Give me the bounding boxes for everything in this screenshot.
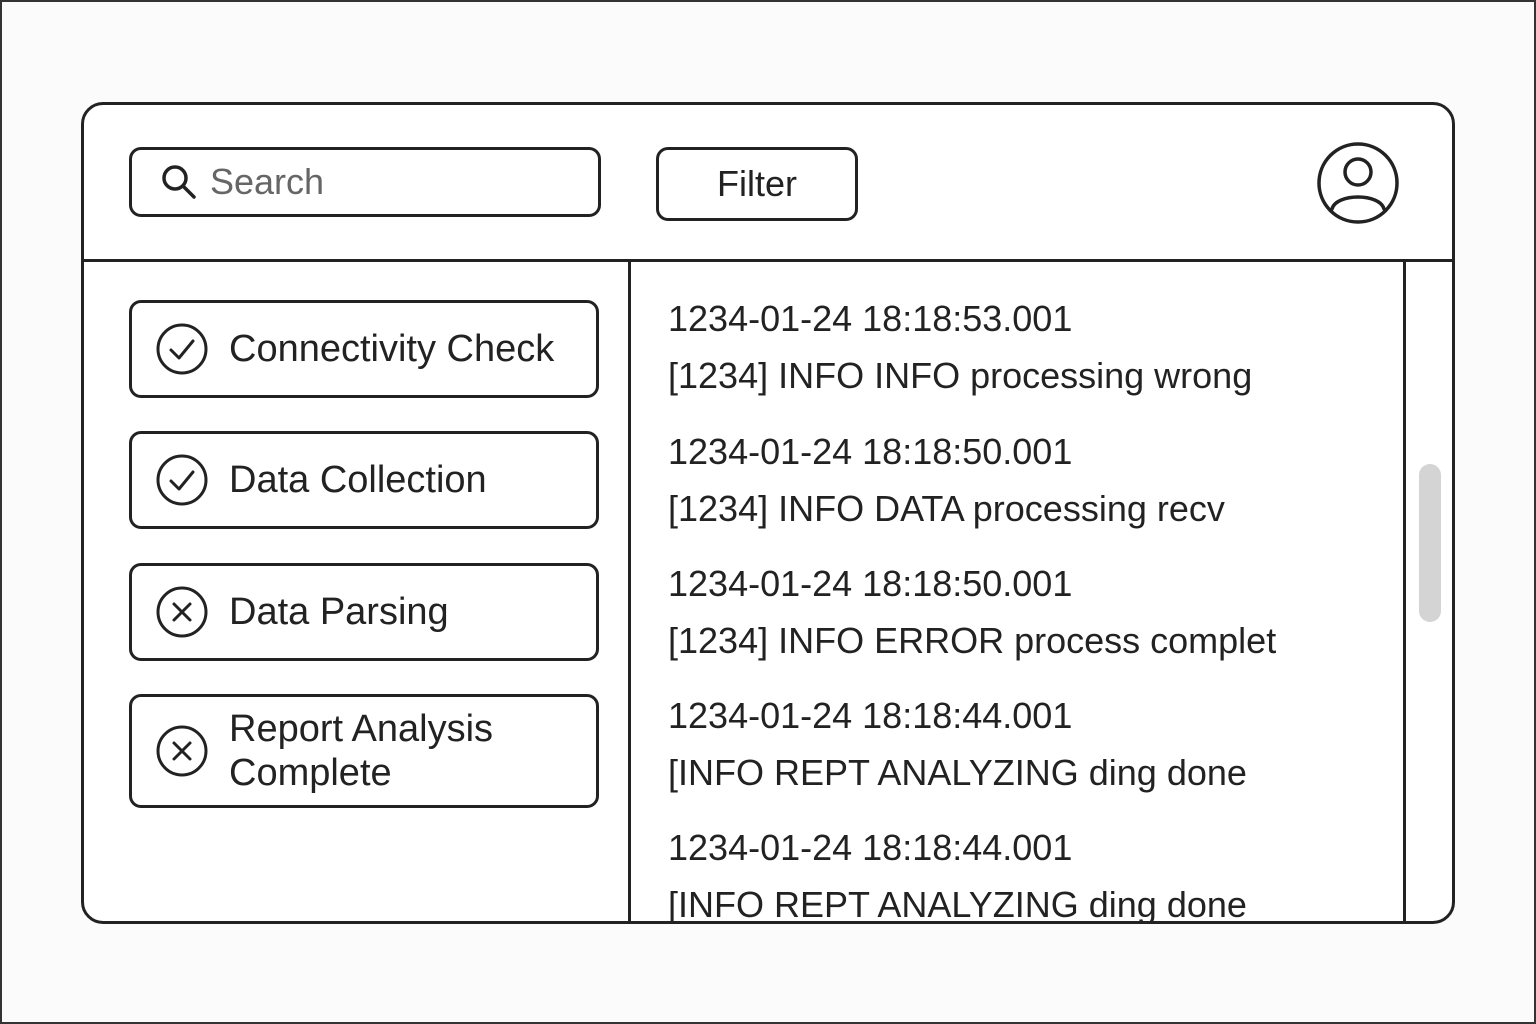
log-entry: 1234-01-24 18:18:50.001 [1234] INFO ERRO… bbox=[668, 555, 1276, 669]
log-message: [1234] INFO INFO processing wrong bbox=[668, 355, 1253, 396]
step-label: Report Analysis Complete bbox=[229, 708, 494, 794]
step-item-report-analysis[interactable]: Report Analysis Complete bbox=[129, 694, 599, 808]
search-input[interactable] bbox=[210, 161, 590, 203]
log-message: [INFO REPT ANALYZING ding done bbox=[668, 884, 1247, 922]
search-box[interactable] bbox=[129, 147, 601, 217]
search-icon bbox=[160, 163, 198, 201]
filter-button[interactable]: Filter bbox=[656, 147, 858, 221]
log-entry: 1234-01-24 18:18:53.001 [1234] INFO INFO… bbox=[668, 290, 1252, 404]
log-panel: 1234-01-24 18:18:53.001 [1234] INFO INFO… bbox=[631, 262, 1406, 922]
step-item-data-collection[interactable]: Data Collection bbox=[129, 431, 599, 529]
step-item-data-parsing[interactable]: Data Parsing bbox=[129, 563, 599, 661]
log-entry: 1234-01-24 18:18:44.001 [INFO REPT ANALY… bbox=[668, 819, 1247, 922]
log-timestamp: 1234-01-24 18:18:50.001 bbox=[668, 431, 1073, 472]
step-label: Connectivity Check bbox=[229, 328, 555, 370]
check-circle-icon bbox=[156, 454, 208, 506]
scrollbar-thumb[interactable] bbox=[1419, 464, 1441, 622]
log-timestamp: 1234-01-24 18:18:44.001 bbox=[668, 827, 1073, 868]
step-label: Data Collection bbox=[229, 459, 487, 501]
log-entry: 1234-01-24 18:18:44.001 [INFO REPT ANALY… bbox=[668, 687, 1247, 801]
x-circle-icon bbox=[156, 725, 208, 777]
log-timestamp: 1234-01-24 18:18:50.001 bbox=[668, 563, 1073, 604]
log-entry: 1234-01-24 18:18:50.001 [1234] INFO DATA… bbox=[668, 423, 1225, 537]
log-timestamp: 1234-01-24 18:18:53.001 bbox=[668, 298, 1073, 339]
x-circle-icon bbox=[156, 586, 208, 638]
user-icon[interactable] bbox=[1316, 141, 1400, 225]
log-message: [INFO REPT ANALYZING ding done bbox=[668, 752, 1247, 793]
check-circle-icon bbox=[156, 323, 208, 375]
app-window: Filter Connectivity Check Data Collectio… bbox=[81, 102, 1455, 924]
log-message: [1234] INFO ERROR process complet bbox=[668, 620, 1277, 661]
step-label: Data Parsing bbox=[229, 591, 449, 633]
scrollbar-track[interactable] bbox=[1406, 262, 1452, 921]
step-item-connectivity-check[interactable]: Connectivity Check bbox=[129, 300, 599, 398]
toolbar: Filter bbox=[84, 105, 1452, 262]
log-message: [1234] INFO DATA processing recv bbox=[668, 488, 1225, 529]
log-timestamp: 1234-01-24 18:18:44.001 bbox=[668, 695, 1073, 736]
step-list: Connectivity Check Data Collection Data … bbox=[84, 262, 631, 921]
